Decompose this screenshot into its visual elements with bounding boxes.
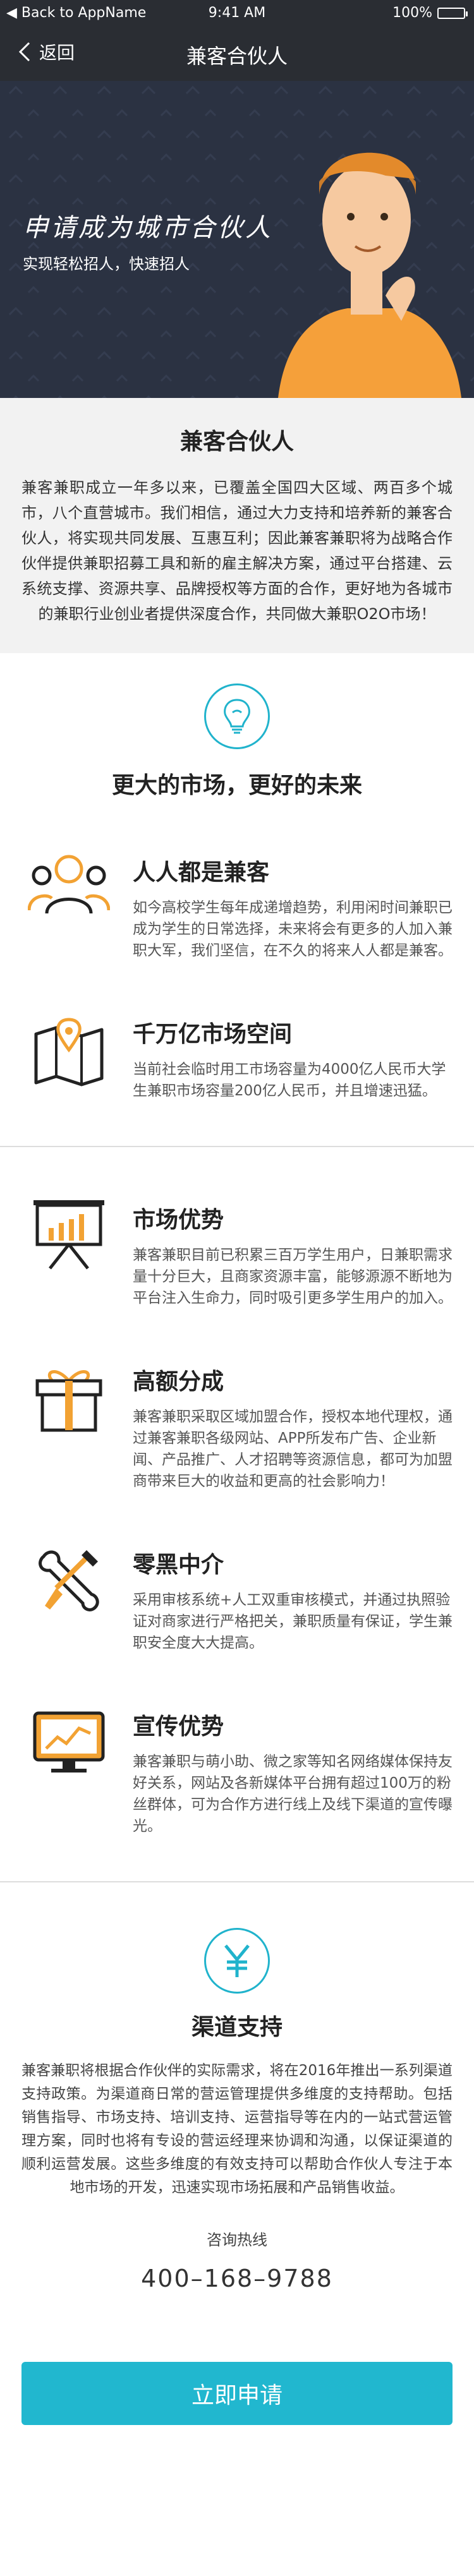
page-title: 兼客合伙人	[186, 44, 288, 68]
market-heading: 更大的市场，更好的未来	[111, 773, 362, 798]
feature-body: 兼客兼职目前已积累三百万学生用户，日兼职需求量十分巨大，且商家资源丰富，能够源源…	[133, 1247, 453, 1306]
status-bar: ◀ Back to AppName 9:41 AM 100%	[0, 0, 474, 25]
feature-body: 采用审核系统+人工双重审核模式，并通过执照验证对商家进行严格把关，兼职质量有保证…	[133, 1592, 453, 1651]
feature-item: 宣传优势 兼客兼职与萌小助、微之家等知名网络媒体保持友好关系，网站及各新媒体平台…	[0, 1654, 474, 1837]
battery-icon	[437, 7, 468, 19]
feature-title: 人人都是兼客	[133, 860, 270, 886]
hero-banner: 申请成为城市合伙人 实现轻松招人，快速招人	[0, 81, 474, 398]
feature-title: 宣传优势	[133, 1714, 224, 1740]
feature-body: 当前社会临时用工市场容量为4000亿人民币大学生兼职市场容量200亿人民币，并且…	[133, 1061, 446, 1099]
intro-title: 兼客合伙人	[179, 429, 294, 455]
feature-title: 市场优势	[133, 1207, 224, 1233]
tools-icon	[28, 1543, 110, 1625]
feature-title: 千万亿市场空间	[133, 1021, 293, 1047]
intro-section: 兼客合伙人 兼客兼职成立一年多以来，已覆盖全国四大区域、两百多个城市，八个直营城…	[0, 398, 474, 653]
hotline-label: 咨询热线	[207, 2231, 267, 2249]
yen-icon	[204, 1928, 270, 1994]
nav-bar: 返回 兼客合伙人	[0, 25, 474, 81]
feature-title: 高额分成	[133, 1369, 224, 1395]
apply-button[interactable]: 立即申请	[21, 2362, 453, 2425]
feature-item: 人人都是兼客 如今高校学生每年成递增趋势，利用闲时间兼职已成为学生的日常选择，未…	[0, 800, 474, 961]
feature-item: 零黑中介 采用审核系统+人工双重审核模式，并通过执照验证对商家进行严格把关，兼职…	[0, 1492, 474, 1654]
banner-slogan: 申请成为城市合伙人	[23, 214, 273, 243]
hotline-number[interactable]: 400–168–9788	[21, 2265, 453, 2292]
battery-percent: 100%	[392, 5, 432, 21]
channel-section: 渠道支持 兼客兼职将根据合作伙伴的实际需求，将在2016年推出一系列渠道支持政策…	[0, 1889, 474, 2318]
feature-body: 兼客兼职与萌小助、微之家等知名网络媒体保持友好关系，网站及各新媒体平台拥有超过1…	[133, 1754, 453, 1834]
partner-illustration	[278, 152, 461, 398]
feature-item: 市场优势 兼客兼职目前已积累三百万学生用户，日兼职需求量十分巨大，且商家资源丰富…	[0, 1147, 474, 1309]
feature-title: 零黑中介	[133, 1552, 224, 1578]
status-battery-group: 100%	[392, 5, 468, 21]
lightbulb-icon	[204, 683, 270, 749]
gift-icon	[28, 1359, 110, 1441]
channel-body: 兼客兼职将根据合作伙伴的实际需求，将在2016年推出一系列渠道支持政策。为渠道商…	[21, 2062, 453, 2196]
section-divider	[0, 1881, 474, 1882]
banner-subtitle: 实现轻松招人，快速招人	[23, 255, 190, 273]
feature-body: 兼客兼职采取区域加盟合作，授权本地代理权，通过兼客兼职各级网站、APP所发布广告…	[133, 1409, 453, 1490]
map-pin-icon	[28, 1012, 110, 1094]
apply-footer: 立即申请	[0, 2345, 474, 2463]
people-icon	[28, 850, 110, 932]
monitor-chart-icon	[28, 1704, 110, 1786]
market-section: 更大的市场，更好的未来 人人都是兼客 如今高校学生每年成递增趋势，利用闲时间兼职…	[0, 653, 474, 1889]
intro-body: 兼客兼职成立一年多以来，已覆盖全国四大区域、两百多个城市，八个直营城市。我们相信…	[21, 479, 453, 623]
feature-item: 千万亿市场空间 当前社会临时用工市场容量为4000亿人民币大学生兼职市场容量20…	[0, 961, 474, 1102]
feature-body: 如今高校学生每年成递增趋势，利用闲时间兼职已成为学生的日常选择，未来将会有更多的…	[133, 900, 453, 959]
feature-item: 高额分成 兼客兼职采取区域加盟合作，授权本地代理权，通过兼客兼职各级网站、APP…	[0, 1309, 474, 1492]
channel-title: 渠道支持	[191, 2014, 283, 2040]
chart-board-icon	[28, 1198, 110, 1280]
